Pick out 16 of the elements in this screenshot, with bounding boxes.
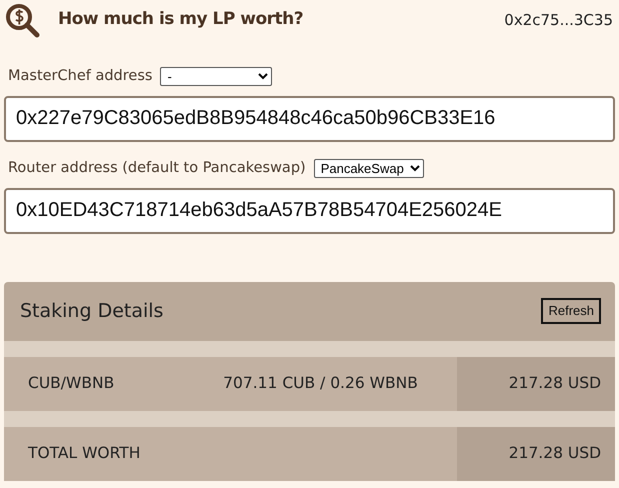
usd-worth: 217.28 USD bbox=[508, 372, 601, 394]
pair-name: CUB/WBNB bbox=[28, 372, 114, 394]
refresh-button[interactable]: Refresh bbox=[541, 298, 601, 324]
address-dropdown[interactable]: PancakeSwap bbox=[314, 159, 424, 178]
field-label: Router address (default to Pancakeswap) bbox=[8, 158, 306, 178]
money-search-icon bbox=[4, 2, 42, 38]
wallet-address[interactable]: 0x2c75...3C35 bbox=[504, 8, 613, 32]
usd-worth: 217.28 USD bbox=[508, 442, 601, 464]
address-input[interactable]: 0x10ED43C718714eb63d5aA57B78B54704E256024E bbox=[4, 188, 615, 234]
panel-title: Staking Details bbox=[20, 298, 164, 324]
address-input[interactable]: 0x227e79C83065edB8B954848c46ca50b96CB33E16 bbox=[4, 96, 615, 142]
page-title: How much is my LP worth? bbox=[58, 8, 304, 32]
pair-name: TOTAL WORTH bbox=[28, 442, 140, 464]
token-amounts: 707.11 CUB / 0.26 WBNB bbox=[223, 372, 418, 394]
address-dropdown[interactable]: - bbox=[160, 67, 272, 86]
field-label: MasterChef address bbox=[8, 67, 152, 86]
